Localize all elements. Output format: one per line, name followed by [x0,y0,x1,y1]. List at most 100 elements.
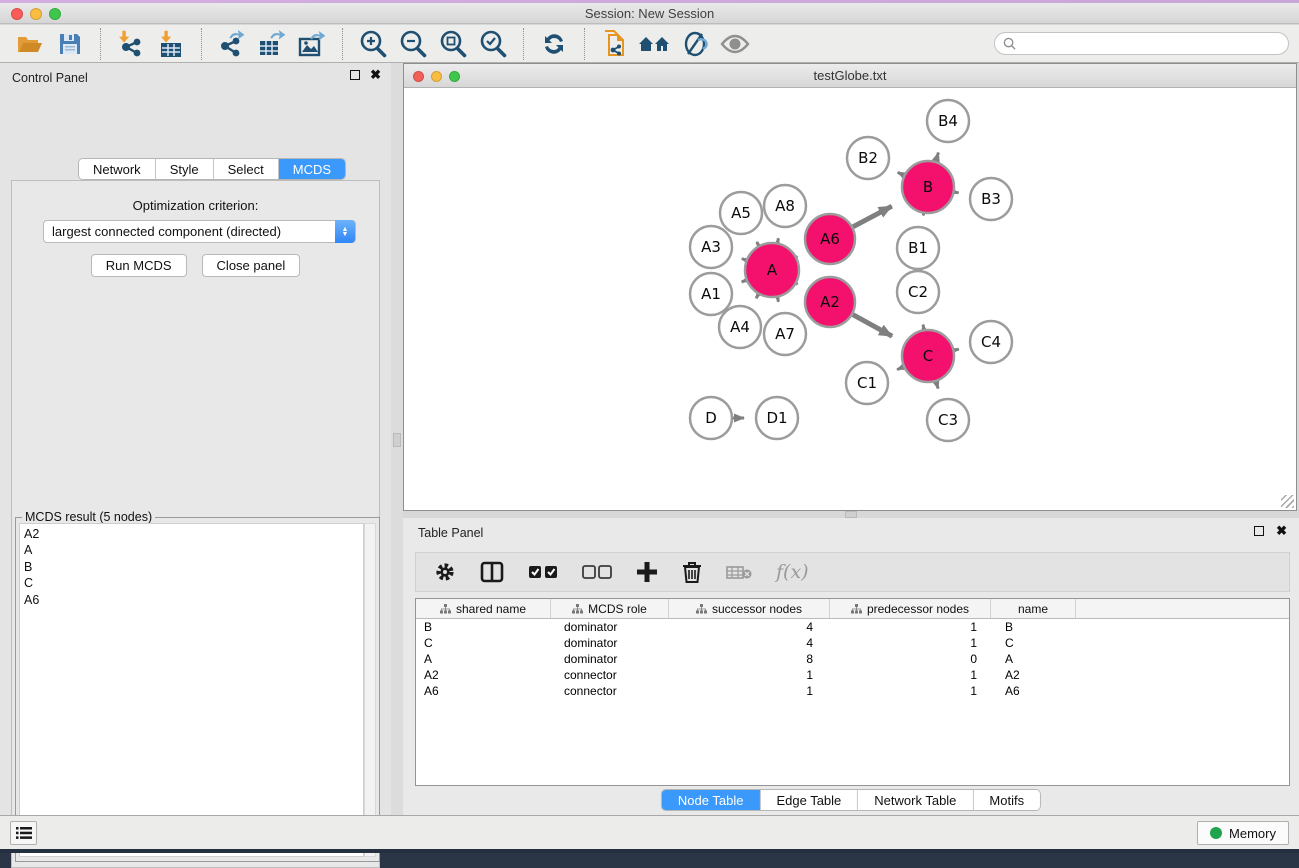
select-all-columns-button[interactable] [528,564,558,580]
graph-edge-A-A1[interactable] [742,280,746,282]
table-row[interactable]: Adominator80A [416,651,1289,667]
table-row[interactable]: A6connector11A6 [416,683,1289,699]
horizontal-splitter-handle[interactable] [845,511,857,518]
search-input[interactable] [1016,37,1266,51]
table-cell[interactable]: B [416,619,551,635]
graph-edge-C-C2[interactable] [923,325,924,330]
first-neighbors-button[interactable] [635,27,675,61]
column-header-mcds-role[interactable]: MCDS role [551,599,669,618]
zoom-out-button[interactable] [393,27,433,61]
export-table-button[interactable] [252,27,292,61]
graph-edge-C-C1[interactable] [897,367,903,370]
close-table-panel-icon[interactable]: ✖ [1276,526,1287,536]
tab-network[interactable]: Network [79,159,156,179]
float-panel-icon[interactable] [350,70,360,80]
table-cell[interactable]: A [416,651,551,667]
table-cell[interactable]: A6 [416,683,551,699]
table-row[interactable]: Cdominator41C [416,635,1289,651]
graph-edge-A2-C[interactable] [853,315,892,337]
show-all-button[interactable] [715,27,755,61]
save-session-button[interactable] [50,27,90,61]
graph-edge-B-B4[interactable] [936,153,939,162]
zoom-in-button[interactable] [353,27,393,61]
memory-button[interactable]: Memory [1197,821,1289,845]
task-history-button[interactable] [10,821,37,845]
mcds-result-item[interactable]: A2 [24,526,363,542]
table-cell[interactable]: 1 [830,619,991,635]
graph-edge-A-A8[interactable] [778,238,779,242]
tab-select[interactable]: Select [214,159,279,179]
column-header-shared-name[interactable]: shared name [416,599,551,618]
tab-style[interactable]: Style [156,159,214,179]
float-table-panel-icon[interactable] [1254,526,1264,536]
import-network-button[interactable] [111,27,151,61]
graph-edge-C-C4[interactable] [954,349,958,350]
table-cell[interactable]: 0 [830,651,991,667]
run-mcds-button[interactable]: Run MCDS [91,254,187,277]
table-cell[interactable]: 8 [669,651,830,667]
table-cell[interactable]: 4 [669,635,830,651]
export-image-button[interactable] [292,27,332,61]
tab-mcds[interactable]: MCDS [279,159,345,179]
import-table-button[interactable] [151,27,191,61]
mcds-result-item[interactable]: A6 [24,592,363,608]
search-field[interactable] [994,32,1289,55]
zoom-selected-button[interactable] [473,27,513,61]
column-header-name[interactable]: name [991,599,1076,618]
zoom-fit-button[interactable] [433,27,473,61]
new-network-from-selection-button[interactable] [595,27,635,61]
vertical-splitter[interactable] [391,63,403,815]
network-canvas[interactable]: B4B2BB3A8A5A6A3B1AC2A1A2A4A7C4CC1DD1C3 [404,89,1296,510]
export-network-button[interactable] [212,27,252,61]
table-cell[interactable]: 1 [669,683,830,699]
table-row[interactable]: Bdominator41B [416,619,1289,635]
table-cell[interactable]: B [991,619,1076,635]
column-header-successor-nodes[interactable]: successor nodes [669,599,830,618]
table-cell[interactable]: C [991,635,1076,651]
close-panel-button[interactable]: Close panel [202,254,301,277]
vertical-splitter-handle[interactable] [393,433,401,447]
table-cell[interactable]: A2 [991,667,1076,683]
column-header-predecessor-nodes[interactable]: predecessor nodes [830,599,991,618]
table-cell[interactable]: A [991,651,1076,667]
graph-edge-A-A7[interactable] [778,297,779,301]
graph-edge-A-A3[interactable] [742,259,746,260]
open-folder-button[interactable] [10,27,50,61]
window-resize-grip[interactable] [1281,495,1294,508]
table-cell[interactable]: 1 [830,667,991,683]
refresh-button[interactable] [534,27,574,61]
table-cell[interactable]: 1 [830,635,991,651]
graph-edge-B-B3[interactable] [955,192,959,193]
tab-node-table[interactable]: Node Table [662,790,761,810]
show-columns-button[interactable] [480,561,504,583]
tab-motifs[interactable]: Motifs [973,790,1040,810]
table-cell[interactable]: 1 [830,683,991,699]
table-row[interactable]: A2connector11A2 [416,667,1289,683]
table-cell[interactable]: A6 [991,683,1076,699]
table-cell[interactable]: C [416,635,551,651]
table-settings-button[interactable] [434,561,456,583]
tab-network-table[interactable]: Network Table [858,790,973,810]
table-cell[interactable]: dominator [551,651,669,667]
graph-edge-A-A4[interactable] [756,294,758,298]
close-panel-icon[interactable]: ✖ [370,70,381,80]
table-cell[interactable]: 4 [669,619,830,635]
create-column-button[interactable] [636,561,658,583]
table-cell[interactable]: connector [551,683,669,699]
main-titlebar[interactable]: Session: New Session [0,3,1299,24]
tab-edge-table[interactable]: Edge Table [760,790,858,810]
graph-edge-A-A5[interactable] [757,242,759,245]
mcds-result-list[interactable]: A2ABCA6 [19,523,364,857]
graph-edge-A6-B[interactable] [853,206,892,227]
delete-column-button[interactable] [682,561,702,584]
mcds-result-item[interactable]: A [24,542,363,558]
mcds-result-item[interactable]: C [24,575,363,591]
graph-edge-B-B2[interactable] [898,172,904,175]
graph-edge-C-C3[interactable] [936,382,938,389]
hide-selected-button[interactable] [675,27,715,61]
criterion-dropdown[interactable]: largest connected component (directed) ▲… [43,220,356,243]
deselect-all-columns-button[interactable] [582,564,612,580]
table-cell[interactable]: 1 [669,667,830,683]
result-list-scrollbar[interactable] [364,523,376,857]
table-cell[interactable]: connector [551,667,669,683]
